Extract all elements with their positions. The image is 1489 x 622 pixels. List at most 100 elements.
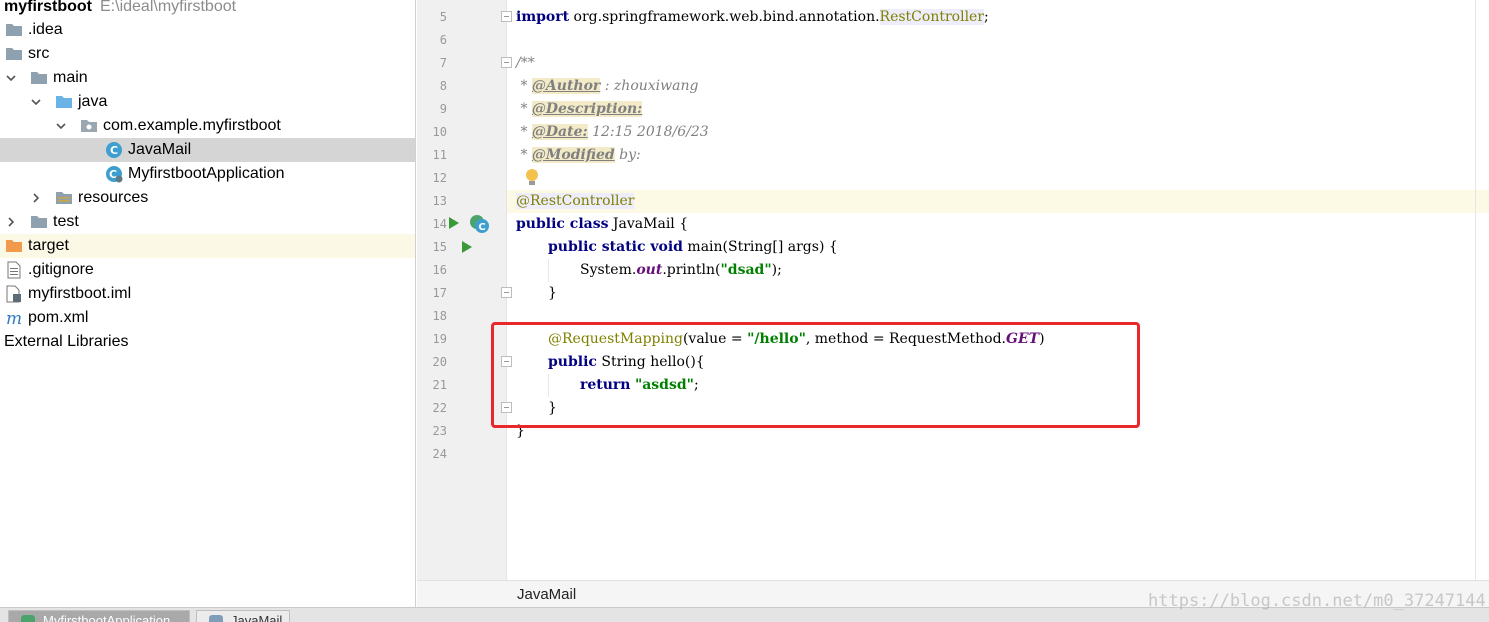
tree-item-label: target [28,237,69,254]
svg-text:C: C [110,144,118,157]
code-token: * [516,147,532,163]
chevron-down-icon[interactable] [3,66,19,90]
tree-root-row[interactable]: myfirstboot E:\ideal\myfirstboot [0,0,415,19]
line-number: 21 [432,378,447,392]
fold-marker[interactable] [501,287,512,298]
code-line-14[interactable]: public class JavaMail { [516,213,688,236]
tree-item-label: resources [78,189,149,206]
package-icon [80,117,98,135]
tree-item-myfirstbootapplication[interactable]: C MyfirstbootApplication [0,162,415,186]
tab-label: MyfirstbootApplication [43,613,171,622]
code-line-10[interactable]: * @Date: 12:15 2018/6/23 [516,121,709,144]
tree-item-resources[interactable]: resources [0,186,415,210]
source-folder-icon [55,93,73,111]
tree-item-label: .idea [28,21,63,38]
fold-marker[interactable] [501,11,512,22]
module-file-icon [5,285,23,303]
code-token: main(String[] args) { [682,239,838,255]
code-token: * [516,101,532,117]
tree-item-external-libraries[interactable]: External Libraries [0,330,415,354]
line-number: 17 [432,286,447,300]
code-token: @Date: [531,124,588,140]
code-line-17[interactable]: } [548,282,557,305]
code-token: out [636,262,663,278]
code-token: : zhouxiwang [600,78,699,94]
fold-marker[interactable] [501,57,512,68]
tree-item-idea[interactable]: .idea [0,18,415,42]
line-number: 20 [432,355,447,369]
code-line-16[interactable]: System.out.println("dsad"); [580,259,782,282]
code-token: @RestController [516,193,635,209]
code-token: public static void [548,239,683,255]
line-number: 24 [432,447,447,461]
code-line-5[interactable]: import org.springframework.web.bind.anno… [516,6,989,29]
project-tree-panel: myfirstboot E:\ideal\myfirstboot .idea s… [0,0,416,607]
chevron-right-icon[interactable] [3,210,19,234]
tree-item-label: MyfirstbootApplication [128,165,285,182]
code-token: ); [771,262,782,278]
tree-item-label: java [78,93,108,110]
chevron-down-icon[interactable] [53,114,69,138]
red-highlight-box [491,322,1140,428]
code-token: @Description: [531,101,643,117]
spring-boot-icon [21,615,35,622]
tree-item-label: myfirstboot.iml [28,285,132,302]
code-token: * [516,124,532,140]
watermark-text: https://blog.csdn.net/m0_37247144 [1148,591,1486,611]
tree-item-java[interactable]: java [0,90,415,114]
code-token: System. [580,262,637,278]
spring-bean-icon[interactable]: C [468,214,490,239]
tree-item-label: External Libraries [4,333,129,350]
tree-item-label: main [53,69,88,86]
tree-item-target[interactable]: target [0,234,415,258]
tree-item-test[interactable]: test [0,210,415,234]
tree-item-javamail[interactable]: C JavaMail [0,138,415,162]
tree-item-gitignore[interactable]: .gitignore [0,258,415,282]
chevron-down-icon[interactable] [28,90,44,114]
code-token: 12:15 2018/6/23 [587,124,709,140]
code-token: by: [614,147,641,163]
text-file-icon [5,261,23,279]
run-play-icon[interactable] [461,240,473,259]
svg-text:m: m [6,309,22,327]
line-number: 23 [432,424,447,438]
line-number: 6 [439,33,447,47]
line-number: 9 [439,102,447,116]
line-number: 5 [439,10,447,24]
project-root-name: myfirstboot [4,0,92,15]
tree-item-src[interactable]: src [0,42,415,66]
code-line-9[interactable]: * @Description: [516,98,643,121]
code-token: @Author [531,78,601,94]
run-tab-javamail[interactable]: JavaMail [196,610,290,622]
code-line-11[interactable]: * @Modified by: [516,144,641,167]
tree-item-package[interactable]: com.example.myfirstboot [0,114,415,138]
run-play-icon[interactable] [448,216,460,235]
editor-gutter[interactable]: 5 6 7 8 9 10 11 12 13 14 15 16 17 18 19 … [417,0,538,580]
code-token: RestController [879,9,985,25]
tree-item-label: .gitignore [28,261,94,278]
code-line-15[interactable]: public static void main(String[] args) { [548,236,838,259]
spring-boot-class-icon: C [105,165,123,183]
project-root-path: E:\ideal\myfirstboot [100,0,237,15]
folder-icon [5,45,23,63]
breadcrumb-item[interactable]: JavaMail [517,586,576,603]
code-editor[interactable]: 5 6 7 8 9 10 11 12 13 14 15 16 17 18 19 … [417,0,1489,580]
code-line-8[interactable]: * @Author : zhouxiwang [516,75,698,98]
chevron-right-icon[interactable] [28,186,44,210]
tree-item-main[interactable]: main [0,66,415,90]
folder-icon [5,21,23,39]
tree-item-pom[interactable]: m pom.xml [0,306,415,330]
code-line-13[interactable]: @RestController [516,190,635,213]
code-token: @Modified [531,147,615,163]
line-number: 15 [432,240,447,254]
line-number: 16 [432,263,447,277]
code-token: * [516,78,532,94]
code-token: public class [516,216,609,232]
tree-item-iml[interactable]: myfirstboot.iml [0,282,415,306]
line-number: 7 [439,56,447,70]
run-tab-myfirstbootapplication[interactable]: MyfirstbootApplication [8,610,190,622]
tab-label: JavaMail [231,613,283,622]
tree-item-label: JavaMail [128,141,192,158]
line-number: 12 [432,171,447,185]
code-line-7[interactable]: /** [516,52,535,75]
